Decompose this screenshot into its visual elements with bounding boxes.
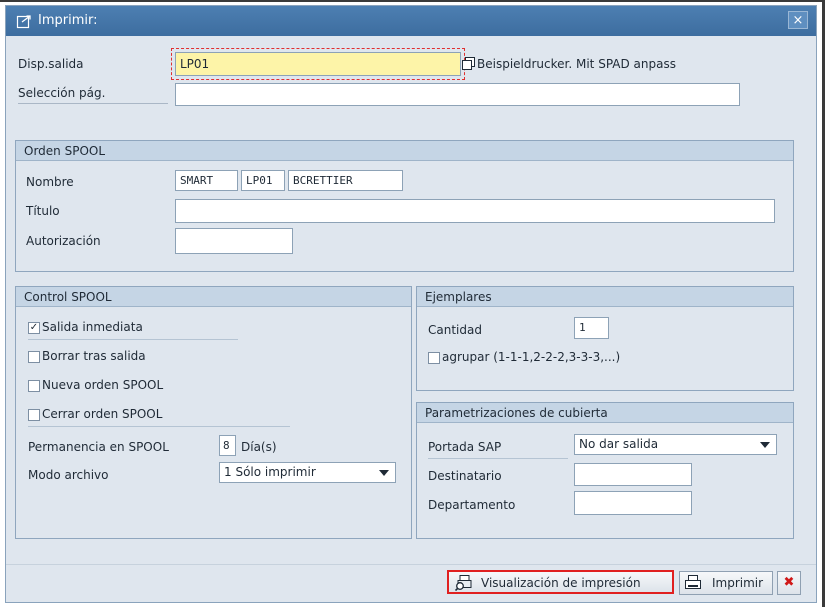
cover-settings-header: Parametrizaciones de cubierta <box>417 403 793 423</box>
print-dialog-icon <box>16 15 31 29</box>
cancel-button[interactable]: ✖ <box>777 571 801 595</box>
spool-title-label: Título <box>26 204 60 218</box>
archive-mode-label: Modo archivo <box>28 468 109 482</box>
archive-mode-select[interactable]: 1 Sólo imprimir <box>219 462 396 483</box>
spool-retention-input[interactable]: 8 <box>219 435 236 456</box>
checkbox-label: Borrar tras salida <box>42 349 146 363</box>
print-preview-label: Visualización de impresión <box>481 576 641 590</box>
spool-control-header: Control SPOOL <box>16 287 411 307</box>
print-dialog: Imprimir: × Disp.salida LP01 Beispieldru… <box>5 5 817 603</box>
checkbox-icon[interactable] <box>28 380 40 392</box>
copies-header: Ejemplares <box>417 287 793 307</box>
sap-cover-label: Portada SAP <box>428 440 502 454</box>
department-label: Departamento <box>428 498 516 512</box>
focus-indicator <box>171 48 465 80</box>
output-device-label: Disp.salida <box>18 57 84 71</box>
spool-name-label: Nombre <box>26 175 74 189</box>
page-selection-input[interactable] <box>175 83 740 106</box>
crop-border-top <box>0 0 825 2</box>
copies-quantity-label: Cantidad <box>428 323 482 337</box>
printer-icon <box>685 575 701 589</box>
checkbox-label: Cerrar orden SPOOL <box>42 407 163 421</box>
dropdown-arrow-icon[interactable] <box>379 470 389 476</box>
print-button[interactable]: Imprimir <box>679 571 773 595</box>
copies-quantity-input[interactable]: 1 <box>574 317 609 339</box>
spool-request-header: Orden SPOOL <box>16 141 793 161</box>
sap-cover-select[interactable]: No dar salida <box>574 434 777 455</box>
output-device-description: Beispieldrucker. Mit SPAD anpass <box>477 57 676 71</box>
recipient-label: Destinatario <box>428 469 502 483</box>
page-selection-label: Selección pág. <box>18 86 168 104</box>
checkbox-label: Salida inmediata <box>42 320 143 334</box>
checkbox-label: Nueva orden SPOOL <box>42 378 164 392</box>
print-preview-button[interactable]: Visualización de impresión <box>447 570 674 594</box>
spool-authorization-input[interactable] <box>175 228 293 254</box>
print-preview-icon <box>455 575 472 591</box>
checkbox-icon[interactable] <box>28 351 40 363</box>
title-bar[interactable]: Imprimir: × <box>6 6 816 36</box>
window-title: Imprimir: <box>38 13 98 28</box>
recipient-input[interactable] <box>574 463 692 486</box>
print-label: Imprimir <box>712 576 764 590</box>
device-lookup-icon[interactable] <box>462 57 475 70</box>
divider <box>28 426 290 427</box>
checkbox-label: agrupar (1-1-1,2-2-2,3-3-3,...) <box>442 350 621 364</box>
spool-name-device-input[interactable]: LP01 <box>241 170 285 191</box>
divider <box>28 339 238 340</box>
department-input[interactable] <box>574 491 692 515</box>
cancel-icon: ✖ <box>783 575 795 590</box>
archive-mode-value: 1 Sólo imprimir <box>224 465 316 479</box>
spool-title-input[interactable] <box>175 199 775 223</box>
spool-name-user-input[interactable]: BCRETTIER <box>288 170 403 191</box>
divider <box>428 458 568 459</box>
checkbox-icon[interactable] <box>428 352 440 364</box>
spool-retention-unit: Día(s) <box>241 440 277 454</box>
close-button[interactable]: × <box>788 11 808 29</box>
sap-cover-value: No dar salida <box>579 437 659 451</box>
checkbox-icon[interactable] <box>28 409 40 421</box>
checkbox-icon[interactable]: ✓ <box>28 322 40 334</box>
spool-authorization-label: Autorización <box>26 234 101 248</box>
spool-name-prefix-input[interactable]: SMART <box>175 170 238 191</box>
footer-divider <box>6 564 816 565</box>
close-icon: × <box>792 13 804 28</box>
dropdown-arrow-icon[interactable] <box>760 442 770 448</box>
spool-retention-label: Permanencia en SPOOL <box>28 440 169 454</box>
